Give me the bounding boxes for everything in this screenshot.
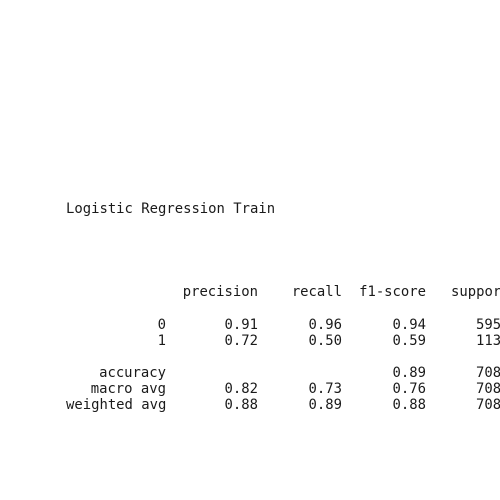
f1-score-value: 0.94: [392, 317, 426, 333]
precision-value: 0.88: [224, 397, 258, 413]
header-recall: recall: [291, 284, 342, 300]
classification-report: precision recall f1-score support 0 0.91…: [66, 284, 500, 424]
header-precision: precision: [182, 284, 258, 300]
summary-label: weighted avg: [66, 397, 167, 413]
header-support: support: [451, 284, 500, 300]
f1-score-value: 0.88: [392, 397, 426, 413]
summary-label: accuracy: [99, 365, 166, 381]
precision-value: 0.72: [224, 333, 258, 349]
header-f1-score: f1-score: [359, 284, 426, 300]
support-value: 5957: [476, 317, 500, 333]
recall-value: 0.96: [308, 317, 342, 333]
support-value: 7088: [476, 365, 500, 381]
table-row: 0 0.91 0.96 0.94 5957: [66, 317, 500, 333]
summary-row-accuracy: accuracy 0.89 7088: [66, 365, 500, 381]
support-value: 1131: [476, 333, 500, 349]
summary-label: macro avg: [90, 381, 166, 397]
class-label: 1: [157, 333, 166, 349]
header-row: precision recall f1-score support: [66, 284, 500, 300]
recall-value: 0.50: [308, 333, 342, 349]
f1-score-value: 0.76: [392, 381, 426, 397]
table-row: 1 0.72 0.50 0.59 1131: [66, 333, 500, 349]
support-value: 7088: [476, 397, 500, 413]
class-label: 0: [157, 317, 166, 333]
recall-value: 0.73: [308, 381, 342, 397]
f1-score-value: 0.89: [392, 365, 426, 381]
precision-value: 0.91: [224, 317, 258, 333]
precision-value: 0.82: [224, 381, 258, 397]
report-title: Logistic Regression Train: [66, 201, 276, 217]
support-value: 7088: [476, 381, 500, 397]
summary-row-macro-avg: macro avg 0.82 0.73 0.76 7088: [66, 381, 500, 397]
f1-score-value: 0.59: [392, 333, 426, 349]
summary-row-weighted-avg: weighted avg 0.88 0.89 0.88 7088: [66, 397, 500, 413]
recall-value: 0.89: [308, 397, 342, 413]
